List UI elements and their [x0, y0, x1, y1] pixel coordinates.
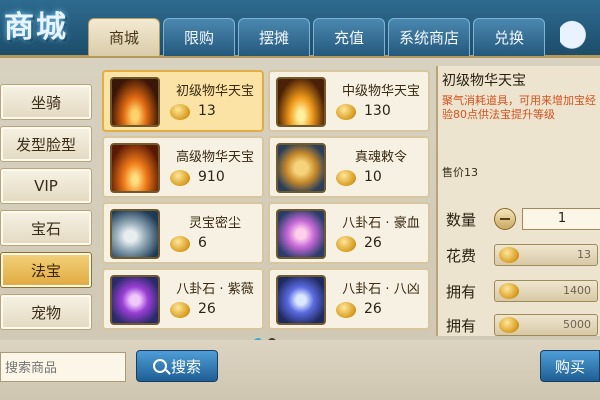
gold-coin-icon [336, 104, 356, 120]
item-price: 10 [364, 169, 382, 185]
tab-bar: 商城 限购 摆摊 充值 系统商店 兑换 [88, 18, 546, 56]
cost-row: 花费 13 [442, 242, 600, 268]
item-price: 6 [198, 235, 207, 251]
sidebar-item-mount[interactable]: 坐骑 [0, 84, 92, 120]
top-bar: 商城 商城 限购 摆摊 充值 系统商店 兑换 [0, 0, 600, 58]
item-name: 八卦石 · 豪血 [342, 216, 420, 231]
item-price: 26 [364, 235, 382, 251]
item-name: 灵宝密尘 [188, 216, 241, 231]
item-price: 26 [364, 301, 382, 317]
quantity-input[interactable]: 1 [522, 208, 600, 230]
tab-recharge[interactable]: 充值 [313, 18, 385, 56]
gold-coin-icon [170, 170, 190, 186]
gold-coin-icon [499, 283, 519, 299]
tab-system-shop[interactable]: 系统商店 [388, 18, 471, 56]
search-input[interactable] [0, 352, 126, 382]
cost-box: 13 [494, 244, 598, 266]
owned-box: 1400 [494, 280, 598, 302]
tab-shop[interactable]: 商城 [88, 18, 160, 56]
item-name: 高级物华天宝 [175, 150, 254, 165]
search-button[interactable]: 搜索 [136, 350, 218, 382]
owned-label: 拥有 [446, 317, 477, 335]
fire-pillar-icon [276, 77, 326, 127]
gold-coin-icon [499, 317, 519, 333]
fire-pillar-icon [110, 77, 160, 127]
item-card[interactable]: 灵宝密尘 6 [102, 202, 264, 264]
item-card[interactable]: 八卦石 · 豪血 26 [268, 202, 430, 264]
item-detail-panel: 初级物华天宝 聚气消耗道具，可用来增加宝经验80点供法宝提升等级 售价13 数量… [436, 66, 600, 336]
item-price: 130 [364, 103, 391, 119]
item-card[interactable]: 初级物华天宝 13 [102, 70, 264, 132]
gold-coin-icon [170, 236, 190, 252]
sidebar-item-treasure[interactable]: 法宝 [0, 252, 92, 288]
tab-limited[interactable]: 限购 [163, 18, 235, 56]
item-card[interactable]: 真魂敕令 10 [268, 136, 430, 198]
tab-exchange[interactable]: 兑换 [473, 18, 546, 56]
item-name: 中级物华天宝 [341, 84, 420, 99]
item-grid: 初级物华天宝 13 中级物华天宝 130 高级物华天宝 910 真魂敕令 10 … [98, 66, 432, 332]
item-price: 13 [198, 103, 216, 119]
cost-value: 13 [577, 248, 591, 261]
owned-value: 1400 [563, 284, 591, 297]
detail-description: 聚气消耗道具，可用来增加宝经验80点供法宝提升等级 [442, 94, 596, 121]
search-button-label: 搜索 [170, 357, 201, 376]
bagua-stone-purple-icon [110, 275, 160, 325]
cost-label: 花费 [446, 247, 477, 265]
owned-row-1: 拥有 1400 [442, 278, 600, 304]
gold-coin-icon [336, 170, 356, 186]
quantity-row: 数量 1 [442, 206, 600, 232]
item-price: 26 [198, 301, 216, 317]
bagua-stone-blue-icon [276, 275, 326, 325]
jade-pendant-icon [110, 209, 160, 259]
buy-button[interactable]: 购买 [540, 350, 600, 382]
item-card[interactable]: 八卦石 · 八凶 26 [268, 268, 430, 330]
sidebar-item-appearance[interactable]: 发型脸型 [0, 126, 92, 162]
search-icon [152, 359, 167, 373]
gold-coin-icon [336, 302, 356, 318]
quantity-label: 数量 [446, 211, 477, 229]
item-name: 八卦石 · 八凶 [342, 282, 420, 297]
item-card[interactable]: 高级物华天宝 910 [102, 136, 264, 198]
bagua-stone-pink-icon [276, 209, 326, 259]
shop-screen: 商城 商城 限购 摆摊 充值 系统商店 兑换 坐骑 发型脸型 VIP 宝石 法宝… [0, 0, 600, 400]
detail-title: 初级物华天宝 [442, 73, 526, 89]
gold-coin-icon [170, 104, 190, 120]
item-name: 八卦石 · 紫薇 [176, 282, 254, 297]
detail-price: 售价13 [442, 166, 478, 179]
item-card[interactable]: 八卦石 · 紫薇 26 [102, 268, 264, 330]
cloud-ornament-icon [560, 0, 600, 58]
sidebar-item-pet[interactable]: 宠物 [0, 294, 92, 330]
item-card[interactable]: 中级物华天宝 130 [268, 70, 430, 132]
item-price: 910 [198, 169, 225, 185]
gold-coin-icon [336, 236, 356, 252]
owned-box: 5000 [494, 314, 598, 336]
sidebar-item-gem[interactable]: 宝石 [0, 210, 92, 246]
shop-logo: 商城 [4, 10, 68, 45]
item-name: 初级物华天宝 [175, 84, 254, 99]
flame-icon [110, 143, 160, 193]
talisman-icon [276, 143, 326, 193]
gold-coin-icon [170, 302, 190, 318]
owned-label: 拥有 [446, 283, 477, 301]
decrease-quantity-button[interactable] [494, 208, 516, 230]
item-name: 真魂敕令 [354, 150, 407, 165]
owned-row-2: 拥有 5000 [442, 312, 600, 338]
category-sidebar: 坐骑 发型脸型 VIP 宝石 法宝 宠物 [0, 66, 96, 332]
gold-coin-icon [499, 247, 519, 263]
tab-stall[interactable]: 摆摊 [238, 18, 310, 56]
owned-value: 5000 [563, 318, 591, 331]
sidebar-item-vip[interactable]: VIP [0, 168, 92, 204]
